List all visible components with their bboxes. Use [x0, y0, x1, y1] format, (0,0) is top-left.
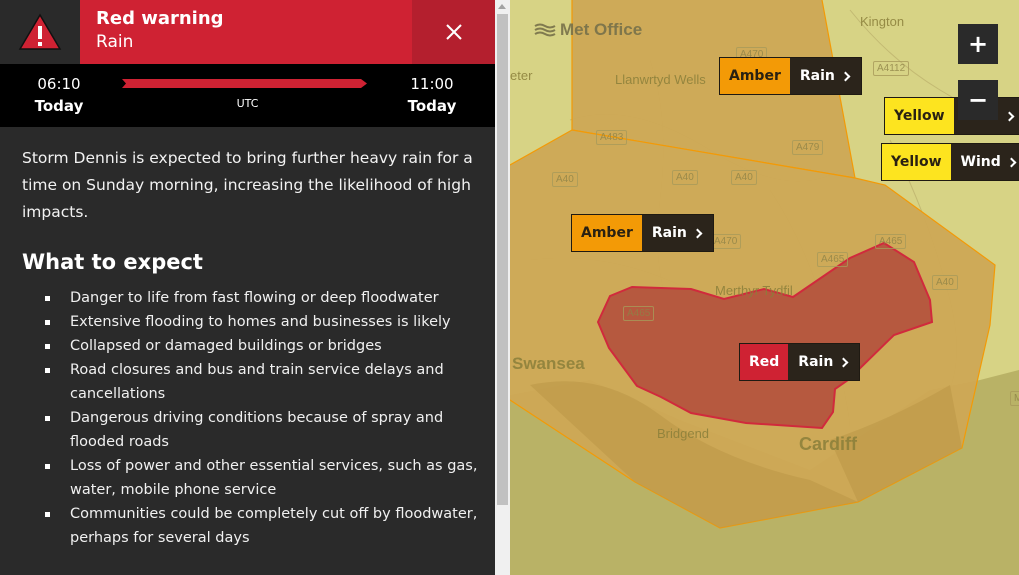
warning-chip-amber-rain-south[interactable]: Amber Rain: [571, 214, 714, 252]
warnings-map[interactable]: Met Office Kington Llanwrtyd Wells eter …: [510, 0, 1019, 575]
warning-chip-level: Yellow: [882, 144, 951, 180]
met-office-logo-icon: [534, 23, 556, 37]
what-to-expect-heading: What to expect: [22, 250, 203, 274]
met-office-logo-text: Met Office: [560, 20, 643, 39]
warning-chip-level: Red: [740, 344, 789, 380]
end-day: Today: [407, 97, 457, 115]
list-item: Collapsed or damaged buildings or bridge…: [22, 334, 482, 358]
road-label: A4112: [873, 61, 910, 76]
warning-type-subtitle: Rain: [96, 32, 134, 52]
chevron-right-icon: [1006, 157, 1017, 167]
chevron-right-icon: [840, 71, 851, 81]
chevron-right-icon: [838, 357, 849, 367]
place-label-merthyr-tydfil: Merthyr Tydfil: [715, 283, 793, 298]
warning-chip-level: Amber: [720, 58, 790, 94]
warning-body: Storm Dennis is expected to bring furthe…: [22, 145, 482, 550]
road-label: A40: [672, 170, 698, 185]
warning-chip-red-rain[interactable]: Red Rain: [739, 343, 861, 381]
warning-chip-type: Rain: [651, 225, 687, 241]
start-time: 06:10 Today: [24, 74, 94, 118]
place-label-llanwrtyd-wells: Llanwrtyd Wells: [615, 72, 706, 87]
road-label: A470: [710, 234, 742, 249]
warning-chip-yellow-rain[interactable]: Yellow Rain: [884, 97, 1019, 135]
start-time-value: 06:10: [37, 75, 81, 93]
warning-level-title: Red warning: [96, 8, 224, 29]
warning-chip-type: Wind: [960, 154, 1001, 170]
scrollbar-thumb[interactable]: [497, 14, 508, 505]
warning-chip-yellow-wind[interactable]: Yellow Wind: [881, 143, 1019, 181]
warning-chip-amber-rain-north[interactable]: Amber Rain: [719, 57, 862, 95]
road-label: A465: [623, 306, 655, 321]
warning-chip-type-box: Rain: [641, 215, 713, 251]
warning-summary: Storm Dennis is expected to bring furthe…: [22, 149, 473, 221]
warning-chip-type-box: Rain: [788, 344, 860, 380]
place-label-bridgend: Bridgend: [657, 426, 710, 441]
zoom-in-button[interactable]: +: [958, 24, 998, 64]
road-label: A40: [932, 275, 958, 290]
place-label-lampeter: eter: [510, 68, 533, 83]
list-item: Extensive flooding to homes and business…: [22, 310, 482, 334]
warning-chip-level: Yellow: [885, 98, 954, 134]
road-label: A465: [817, 252, 849, 267]
validity-bar: [122, 79, 367, 88]
warning-panel: Red warning Rain 06:10 Today UTC 11:00 T…: [0, 0, 495, 575]
list-item: Danger to life from fast flowing or deep…: [22, 286, 482, 310]
road-label: A40: [552, 172, 578, 187]
road-label: A40: [731, 170, 757, 185]
what-to-expect-list: Danger to life from fast flowing or deep…: [22, 286, 482, 550]
panel-scrollbar[interactable]: [495, 0, 510, 575]
list-item: Dangerous driving conditions because of …: [22, 406, 482, 454]
warning-triangle-icon: [18, 13, 62, 50]
warning-chip-type-box: Wind: [950, 144, 1019, 180]
road-label: A479: [792, 140, 824, 155]
scroll-up-arrow-icon[interactable]: [498, 4, 506, 9]
close-button[interactable]: [412, 0, 495, 64]
warning-chip-level: Amber: [572, 215, 642, 251]
warning-chip-type: Rain: [798, 354, 834, 370]
zoom-out-button[interactable]: −: [958, 80, 998, 120]
warning-chip-type-box: Rain: [789, 58, 861, 94]
road-label: A483: [596, 130, 628, 145]
warning-title-box: Red warning Rain: [80, 0, 412, 64]
place-label-cardiff: Cardiff: [799, 434, 857, 454]
end-time-value: 11:00: [410, 75, 454, 93]
list-item: Communities could be completely cut off …: [22, 502, 482, 550]
warning-chip-type: Rain: [799, 68, 835, 84]
road-label: A465: [875, 234, 907, 249]
place-label-kington: Kington: [860, 14, 905, 29]
warning-header: Red warning Rain: [0, 0, 495, 64]
list-item: Loss of power and other essential servic…: [22, 454, 482, 502]
end-time: 11:00 Today: [397, 74, 467, 118]
place-label-swansea: Swansea: [512, 354, 585, 373]
validity-timeline: 06:10 Today UTC 11:00 Today: [0, 64, 495, 127]
chevron-right-icon: [1004, 111, 1014, 121]
list-item: Road closures and bus and train service …: [22, 358, 482, 406]
chevron-right-icon: [692, 228, 703, 238]
road-label: M4: [1010, 391, 1019, 406]
warning-icon-box: [0, 0, 80, 64]
close-icon: [445, 24, 462, 40]
met-office-logo: Met Office: [534, 20, 642, 40]
